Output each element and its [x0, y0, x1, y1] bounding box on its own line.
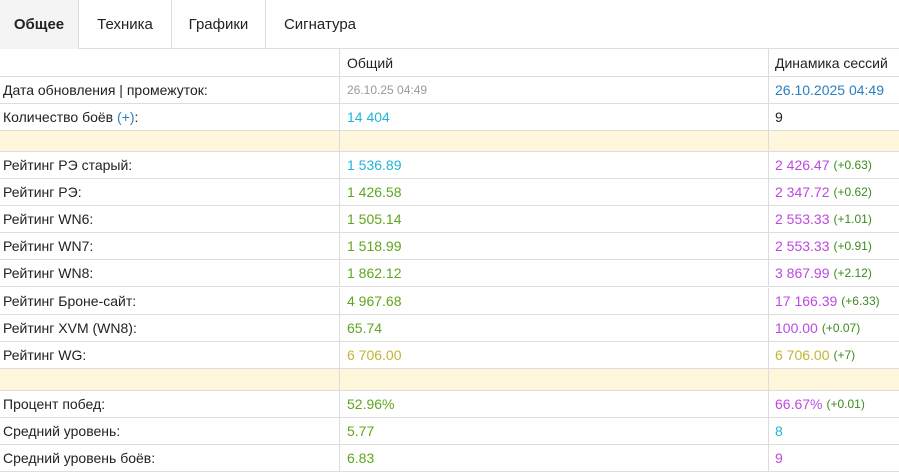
- rating-session-delta: (+0.91): [833, 239, 872, 254]
- rating-session-cell: 17 166.39 (+6.33): [769, 288, 899, 314]
- rating-session-value: 2 426.47: [775, 157, 830, 174]
- update-date-label: Дата обновления | промежуток:: [0, 77, 340, 103]
- rating-label: Рейтинг РЭ старый:: [0, 152, 340, 179]
- table-row: Рейтинг WG: 6 706.00 6 706.00 (+7): [0, 341, 899, 369]
- stat-label: Средний уровень боёв:: [0, 445, 340, 472]
- tab-general[interactable]: Общее: [0, 0, 79, 49]
- separator-cell: [769, 369, 899, 390]
- table-row: Рейтинг XVM (WN8): 65.74 100.00 (+0.07): [0, 314, 899, 342]
- tab-vehicles[interactable]: Техника: [79, 0, 172, 49]
- table-row: Рейтинг WN8: 1 862.12 3 867.99 (+2.12): [0, 260, 899, 288]
- table-row: Рейтинг WN7: 1 518.99 2 553.33 (+0.91): [0, 233, 899, 261]
- rating-general-value: 1 862.12: [340, 260, 769, 287]
- table-row: Рейтинг РЭ: 1 426.58 2 347.72 (+0.62): [0, 179, 899, 207]
- stat-session-value: 66.67%: [775, 396, 823, 413]
- rating-label: Рейтинг WG:: [0, 341, 340, 368]
- table-row: Рейтинг РЭ старый: 1 536.89 2 426.47 (+0.63…: [0, 152, 899, 180]
- rating-session-cell: 2 347.72 (+0.62): [769, 179, 899, 205]
- rating-session-delta: (+7): [833, 347, 856, 362]
- tab-general-label: Общее: [13, 16, 65, 33]
- rating-session-cell: 3 867.99 (+2.12): [769, 260, 899, 286]
- rating-session-value: 6 706.00: [775, 346, 830, 363]
- separator-cell: [769, 131, 899, 151]
- rating-session-delta: (+0.63): [833, 158, 872, 173]
- stat-session-value: 8: [775, 423, 783, 440]
- rating-session-cell: 2 553.33 (+0.91): [769, 233, 899, 259]
- stat-session-cell: 9: [769, 445, 899, 471]
- rating-session-value: 2 553.33: [775, 211, 830, 228]
- update-date-session: 26.10.2025 04:49: [775, 82, 884, 98]
- rating-session-delta: (+6.33): [841, 293, 880, 308]
- tab-bar: Общее Техника Графики Сигнатура: [0, 0, 899, 49]
- rating-session-value: 3 867.99: [775, 265, 830, 282]
- rating-label: Рейтинг WN7:: [0, 233, 340, 260]
- tab-charts[interactable]: Графики: [172, 0, 266, 49]
- stat-session-value: 9: [775, 450, 783, 467]
- rating-general-value: 1 426.58: [340, 179, 769, 206]
- rating-session-cell: 2 426.47 (+0.63): [769, 152, 899, 178]
- rating-general-value: 6 706.00: [340, 341, 769, 368]
- stat-session-cell: 66.67% (+0.01): [769, 391, 899, 417]
- battles-colon: :: [134, 109, 139, 125]
- rating-label: Рейтинг WN6:: [0, 206, 340, 233]
- header-general-column: Общий: [340, 49, 769, 76]
- battles-label: Количество боёв: [3, 109, 114, 125]
- tab-vehicles-label: Техника: [97, 16, 153, 33]
- separator-cell: [0, 369, 340, 390]
- table-row: Рейтинг Броне-сайт: 4 967.68 17 166.39 (+6.…: [0, 287, 899, 315]
- stat-label: Процент побед:: [0, 391, 340, 418]
- header-session-column: Динамика сессий: [775, 54, 888, 71]
- rating-session-value: 100.00: [775, 319, 818, 336]
- rating-session-value: 17 166.39: [775, 292, 838, 309]
- stat-general-value: 6.83: [340, 445, 769, 472]
- stat-general-value: 5.77: [340, 418, 769, 445]
- table-header: Общий Динамика сессий: [0, 49, 899, 77]
- tab-charts-label: Графики: [188, 16, 249, 33]
- header-label-column: [0, 49, 340, 76]
- battles-expand-link[interactable]: (+): [117, 109, 135, 125]
- stat-session-cell: 8: [769, 418, 899, 444]
- battles-general: 14 404: [340, 104, 769, 130]
- rating-session-delta: (+1.01): [833, 212, 872, 227]
- rating-label: Рейтинг РЭ:: [0, 179, 340, 206]
- stat-session-delta: (+0.01): [826, 397, 865, 412]
- separator-row: [0, 369, 899, 391]
- table-row-battles: Количество боёв (+): 14 404 9: [0, 104, 899, 131]
- rating-general-value: 1 536.89: [340, 152, 769, 179]
- rating-general-value: 1 518.99: [340, 233, 769, 260]
- rating-session-value: 2 553.33: [775, 238, 830, 255]
- battles-label-cell: Количество боёв (+):: [0, 104, 340, 130]
- rating-session-value: 2 347.72: [775, 184, 830, 201]
- rating-session-delta: (+2.12): [833, 266, 872, 281]
- rating-session-delta: (+0.07): [821, 320, 861, 335]
- rating-general-value: 1 505.14: [340, 206, 769, 233]
- rating-session-delta: (+0.62): [833, 185, 872, 200]
- separator-cell: [340, 369, 769, 390]
- tab-signature-label: Сигнатура: [283, 16, 357, 33]
- stat-general-value: 52.96%: [340, 391, 769, 418]
- rating-session-cell: 100.00 (+0.07): [769, 315, 899, 341]
- rating-label: Рейтинг XVM (WN8):: [0, 314, 340, 341]
- table-row-update-date: Дата обновления | промежуток: 26.10.25 0…: [0, 77, 899, 104]
- separator-cell: [0, 131, 340, 151]
- stat-label: Средний уровень:: [0, 418, 340, 445]
- separator-cell: [340, 131, 769, 151]
- rating-label: Рейтинг WN8:: [0, 260, 340, 287]
- rating-session-cell: 6 706.00 (+7): [769, 342, 899, 368]
- table-row: Процент побед: 52.96% 66.67% (+0.01): [0, 391, 899, 419]
- update-date-general: 26.10.25 04:49: [340, 77, 769, 103]
- tab-signature[interactable]: Сигнатура: [266, 0, 374, 49]
- rating-general-value: 4 967.68: [340, 287, 769, 314]
- rating-general-value: 65.74: [340, 314, 769, 341]
- rating-label: Рейтинг Броне-сайт:: [0, 287, 340, 314]
- battles-session: 9: [775, 109, 783, 125]
- rating-session-cell: 2 553.33 (+1.01): [769, 206, 899, 232]
- separator-row: [0, 131, 899, 152]
- table-row: Средний уровень: 5.77 8: [0, 418, 899, 446]
- table-row: Рейтинг WN6: 1 505.14 2 553.33 (+1.01): [0, 206, 899, 234]
- table-row: Средний уровень боёв: 6.83 9: [0, 445, 899, 472]
